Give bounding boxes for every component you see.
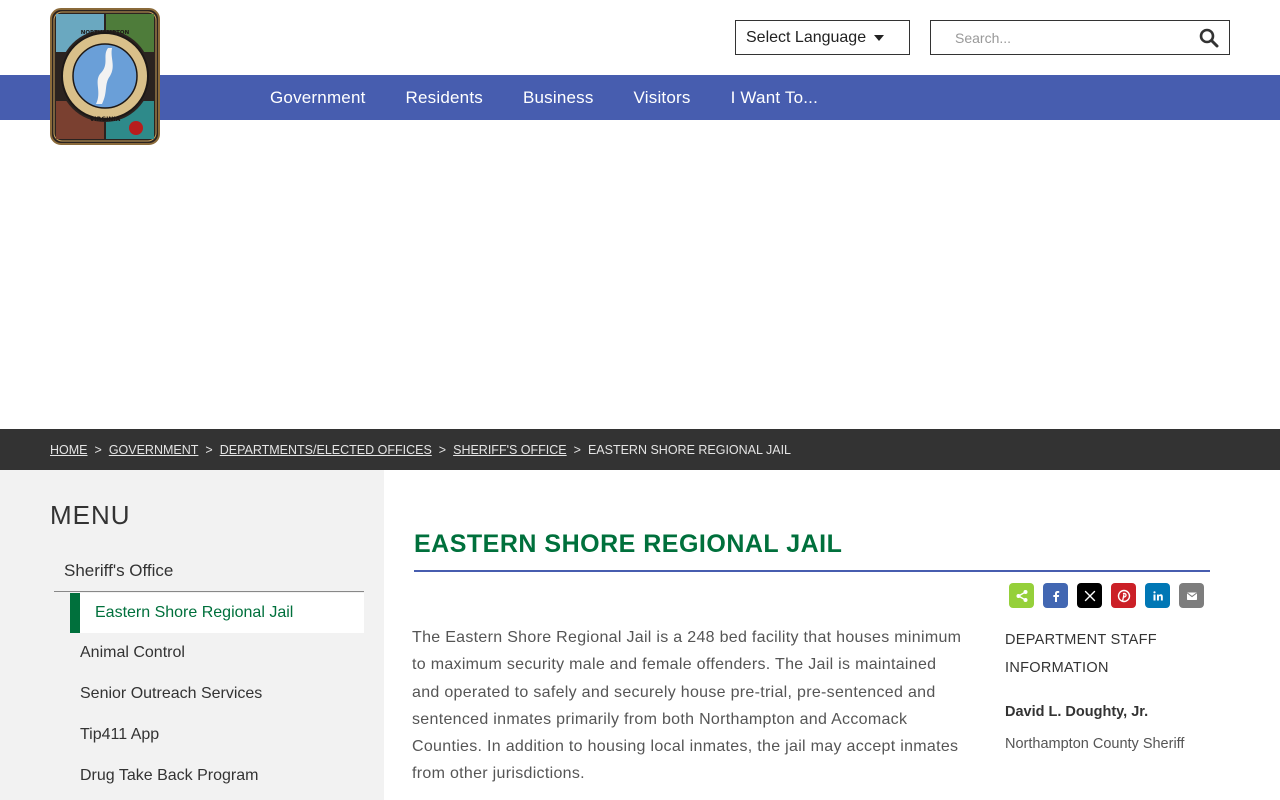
breadcrumb-government[interactable]: GOVERNMENT [109,443,199,457]
facebook-share-button[interactable] [1043,583,1068,608]
breadcrumb-separator: > [94,442,102,457]
pinterest-share-button[interactable] [1111,583,1136,608]
breadcrumb-sheriffs-office[interactable]: SHERIFF'S OFFICE [453,443,567,457]
breadcrumb-departments[interactable]: DEPARTMENTS/ELECTED OFFICES [220,443,432,457]
linkedin-icon [1152,590,1163,600]
sidebar-item-eastern-shore-regional-jail[interactable]: Eastern Shore Regional Jail [70,593,364,633]
title-divider [414,570,1210,572]
breadcrumb-current: EASTERN SHORE REGIONAL JAIL [587,442,791,457]
breadcrumb-separator: > [205,442,213,457]
caret-down-icon [874,34,885,41]
nav-government[interactable]: Government [270,88,366,108]
search-input[interactable] [931,21,1191,54]
search-box [930,20,1230,55]
breadcrumb-bar: HOME > GOVERNMENT > DEPARTMENTS/ELECTED … [0,429,1280,470]
breadcrumb-separator: > [573,442,581,457]
banner-area [0,120,1280,429]
breadcrumb: HOME > GOVERNMENT > DEPARTMENTS/ELECTED … [50,429,791,470]
sidebar-item-sheriffs-office[interactable]: Sheriff's Office [54,550,364,592]
search-icon[interactable] [1199,28,1219,48]
twitter-x-share-button[interactable] [1077,583,1102,608]
main-navigation: Government Residents Business Visitors I… [0,75,1280,120]
sidebar-item-senior-outreach[interactable]: Senior Outreach Services [80,685,262,703]
seal-top-text: NORTHAMPTON [81,30,130,36]
language-select[interactable]: Select Language [735,20,910,55]
x-icon [1084,590,1095,601]
sidebar-item-animal-control[interactable]: Animal Control [80,644,185,662]
staff-info-heading: DEPARTMENT STAFF INFORMATION [1005,632,1157,676]
language-select-label: Select Language [746,28,867,46]
share-icon [1016,589,1027,602]
page-body-text: The Eastern Shore Regional Jail is a 248… [412,629,962,783]
email-share-button[interactable] [1179,583,1204,608]
county-seal-logo[interactable]: NORTHAMPTON VIRGINIA [50,8,160,145]
seal-bottom-text: VIRGINIA [90,116,121,123]
pinterest-icon [1117,589,1130,602]
nav-i-want-to[interactable]: I Want To... [731,88,818,108]
linkedin-share-button[interactable] [1145,583,1170,608]
menu-title: MENU [50,500,131,530]
sharethis-button[interactable] [1009,583,1034,608]
sidebar-menu: MENU Sheriff's Office Eastern Shore Regi… [0,470,384,800]
staff-name: David L. Doughty, Jr. [1005,704,1149,720]
email-icon [1186,592,1197,600]
page-title: EASTERN SHORE REGIONAL JAIL [414,530,843,558]
nav-menu: Government Residents Business Visitors I… [270,75,858,120]
staff-role: Northampton County Sheriff [1005,736,1185,752]
nav-business[interactable]: Business [523,88,594,108]
breadcrumb-home[interactable]: HOME [50,443,88,457]
sidebar-item-tip411-app[interactable]: Tip411 App [80,726,159,744]
nav-residents[interactable]: Residents [406,88,483,108]
site-header: Select Language [0,0,1280,75]
breadcrumb-separator: > [438,442,447,457]
nav-visitors[interactable]: Visitors [634,88,691,108]
facebook-icon [1052,590,1059,602]
sidebar-item-drug-take-back[interactable]: Drug Take Back Program [80,767,258,785]
